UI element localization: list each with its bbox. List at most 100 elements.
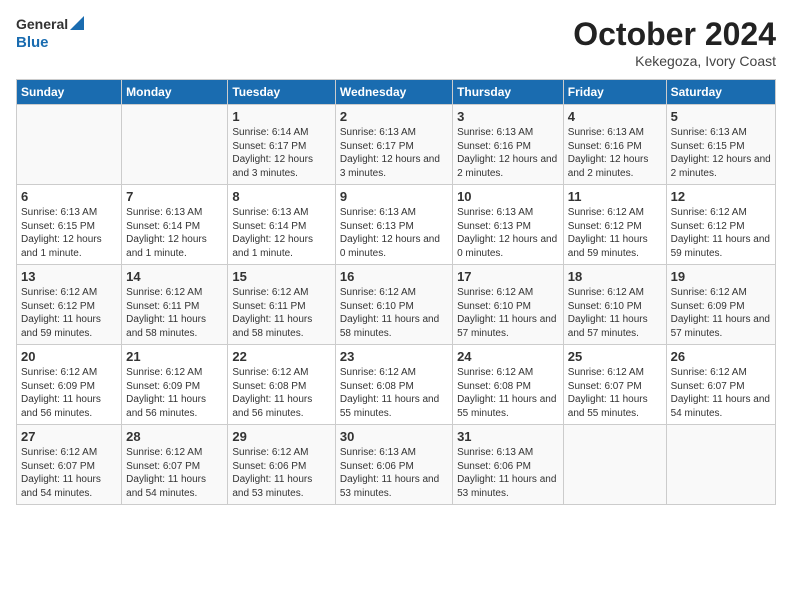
calendar-cell: 30 Sunrise: 6:13 AMSunset: 6:06 PMDayligh… [335,425,452,505]
day-number: 29 [232,429,330,444]
title-block: October 2024 Kekegoza, Ivory Coast [573,16,776,69]
day-info: Sunrise: 6:13 AMSunset: 6:13 PMDaylight:… [340,206,448,260]
calendar-cell: 2 Sunrise: 6:13 AMSunset: 6:17 PMDaylight… [335,105,452,185]
page-subtitle: Kekegoza, Ivory Coast [573,53,776,69]
calendar-cell [563,425,666,505]
day-number: 13 [21,269,117,284]
day-number: 8 [232,189,330,204]
col-wednesday: Wednesday [335,80,452,105]
calendar-cell [666,425,775,505]
day-number: 5 [671,109,771,124]
day-number: 30 [340,429,448,444]
day-info: Sunrise: 6:12 AMSunset: 6:08 PMDaylight:… [232,366,330,420]
calendar-cell: 29 Sunrise: 6:12 AMSunset: 6:06 PMDayligh… [228,425,335,505]
day-info: Sunrise: 6:12 AMSunset: 6:10 PMDaylight:… [340,286,448,340]
calendar-cell: 13 Sunrise: 6:12 AMSunset: 6:12 PMDayligh… [17,265,122,345]
day-info: Sunrise: 6:13 AMSunset: 6:15 PMDaylight:… [21,206,117,260]
day-number: 26 [671,349,771,364]
calendar-table: Sunday Monday Tuesday Wednesday Thursday… [16,79,776,505]
page-title: October 2024 [573,16,776,53]
calendar-cell: 3Sunrise: 6:13 AMSunset: 6:16 PMDaylight… [453,105,564,185]
day-info: Sunrise: 6:13 AMSunset: 6:06 PMDaylight:… [457,446,559,500]
day-number: 7 [126,189,223,204]
day-number: 23 [340,349,448,364]
day-number: 16 [340,269,448,284]
day-info: Sunrise: 6:13 AMSunset: 6:16 PMDaylight:… [457,126,559,180]
day-info: Sunrise: 6:12 AMSunset: 6:11 PMDaylight:… [232,286,330,340]
day-number: 22 [232,349,330,364]
calendar-cell: 4 Sunrise: 6:13 AMSunset: 6:16 PMDaylight… [563,105,666,185]
col-monday: Monday [122,80,228,105]
day-info: Sunrise: 6:12 AMSunset: 6:08 PMDaylight:… [457,366,559,420]
day-info: Sunrise: 6:12 AMSunset: 6:07 PMDaylight:… [671,366,771,420]
day-info: Sunrise: 6:13 AMSunset: 6:13 PMDaylight:… [457,206,559,260]
day-number: 24 [457,349,559,364]
calendar-cell: 28Sunrise: 6:12 AMSunset: 6:07 PMDayligh… [122,425,228,505]
day-info: Sunrise: 6:12 AMSunset: 6:12 PMDaylight:… [568,206,662,260]
calendar-cell [122,105,228,185]
day-info: Sunrise: 6:12 AMSunset: 6:06 PMDaylight:… [232,446,330,500]
day-number: 14 [126,269,223,284]
calendar-cell: 21Sunrise: 6:12 AMSunset: 6:09 PMDayligh… [122,345,228,425]
calendar-cell: 22 Sunrise: 6:12 AMSunset: 6:08 PMDayligh… [228,345,335,425]
day-number: 21 [126,349,223,364]
day-number: 2 [340,109,448,124]
logo-triangle-icon [70,16,84,34]
day-number: 15 [232,269,330,284]
calendar-week-row: 27 Sunrise: 6:12 AMSunset: 6:07 PMDayligh… [17,425,776,505]
calendar-cell: 25 Sunrise: 6:12 AMSunset: 6:07 PMDayligh… [563,345,666,425]
calendar-cell: 15 Sunrise: 6:12 AMSunset: 6:11 PMDayligh… [228,265,335,345]
day-info: Sunrise: 6:13 AMSunset: 6:16 PMDaylight:… [568,126,662,180]
col-sunday: Sunday [17,80,122,105]
day-number: 6 [21,189,117,204]
calendar-header-row: Sunday Monday Tuesday Wednesday Thursday… [17,80,776,105]
day-info: Sunrise: 6:12 AMSunset: 6:07 PMDaylight:… [568,366,662,420]
calendar-cell: 9 Sunrise: 6:13 AMSunset: 6:13 PMDaylight… [335,185,452,265]
day-number: 27 [21,429,117,444]
calendar-cell [17,105,122,185]
calendar-cell: 11 Sunrise: 6:12 AMSunset: 6:12 PMDayligh… [563,185,666,265]
day-info: Sunrise: 6:13 AMSunset: 6:14 PMDaylight:… [232,206,330,260]
calendar-cell: 18Sunrise: 6:12 AMSunset: 6:10 PMDayligh… [563,265,666,345]
day-number: 20 [21,349,117,364]
logo-general: General [16,16,68,33]
day-number: 10 [457,189,559,204]
calendar-cell: 24 Sunrise: 6:12 AMSunset: 6:08 PMDayligh… [453,345,564,425]
day-number: 31 [457,429,559,444]
day-number: 25 [568,349,662,364]
col-friday: Friday [563,80,666,105]
day-info: Sunrise: 6:14 AMSunset: 6:17 PMDaylight:… [232,126,330,180]
day-info: Sunrise: 6:12 AMSunset: 6:09 PMDaylight:… [21,366,117,420]
day-info: Sunrise: 6:13 AMSunset: 6:17 PMDaylight:… [340,126,448,180]
calendar-cell: 6 Sunrise: 6:13 AMSunset: 6:15 PMDaylight… [17,185,122,265]
day-info: Sunrise: 6:12 AMSunset: 6:07 PMDaylight:… [126,446,223,500]
day-number: 4 [568,109,662,124]
day-info: Sunrise: 6:12 AMSunset: 6:12 PMDaylight:… [21,286,117,340]
day-info: Sunrise: 6:13 AMSunset: 6:14 PMDaylight:… [126,206,223,260]
logo: General Blue [16,16,84,52]
calendar-cell: 12Sunrise: 6:12 AMSunset: 6:12 PMDayligh… [666,185,775,265]
day-number: 11 [568,189,662,204]
day-number: 9 [340,189,448,204]
calendar-cell: 23Sunrise: 6:12 AMSunset: 6:08 PMDayligh… [335,345,452,425]
calendar-week-row: 20 Sunrise: 6:12 AMSunset: 6:09 PMDayligh… [17,345,776,425]
calendar-cell: 26 Sunrise: 6:12 AMSunset: 6:07 PMDayligh… [666,345,775,425]
calendar-cell: 1Sunrise: 6:14 AMSunset: 6:17 PMDaylight… [228,105,335,185]
calendar-cell: 31 Sunrise: 6:13 AMSunset: 6:06 PMDayligh… [453,425,564,505]
day-info: Sunrise: 6:13 AMSunset: 6:06 PMDaylight:… [340,446,448,500]
col-saturday: Saturday [666,80,775,105]
calendar-cell: 19Sunrise: 6:12 AMSunset: 6:09 PMDayligh… [666,265,775,345]
col-thursday: Thursday [453,80,564,105]
col-tuesday: Tuesday [228,80,335,105]
calendar-cell: 17Sunrise: 6:12 AMSunset: 6:10 PMDayligh… [453,265,564,345]
page-header: General Blue October 2024 Kekegoza, Ivor… [16,16,776,69]
calendar-week-row: 1Sunrise: 6:14 AMSunset: 6:17 PMDaylight… [17,105,776,185]
calendar-cell: 8 Sunrise: 6:13 AMSunset: 6:14 PMDaylight… [228,185,335,265]
calendar-cell: 27Sunrise: 6:12 AMSunset: 6:07 PMDayligh… [17,425,122,505]
calendar-cell: 10 Sunrise: 6:13 AMSunset: 6:13 PMDayligh… [453,185,564,265]
day-number: 17 [457,269,559,284]
day-number: 19 [671,269,771,284]
calendar-cell: 14Sunrise: 6:12 AMSunset: 6:11 PMDayligh… [122,265,228,345]
logo-blue: Blue [16,34,49,51]
day-info: Sunrise: 6:12 AMSunset: 6:10 PMDaylight:… [568,286,662,340]
